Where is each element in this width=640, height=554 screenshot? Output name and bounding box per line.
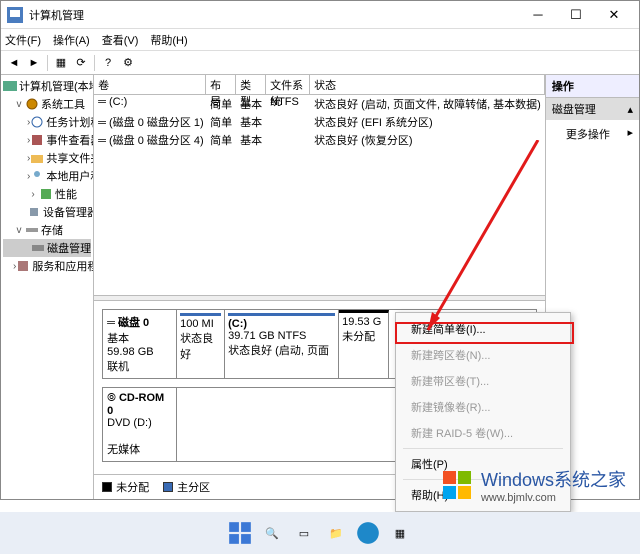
refresh-icon[interactable]: ⟳ <box>72 54 90 72</box>
maximize-button[interactable]: ☐ <box>557 2 595 28</box>
tree-storage[interactable]: v存储 <box>3 221 91 239</box>
tree-performance[interactable]: ›性能 <box>3 185 91 203</box>
back-icon[interactable]: ◄ <box>5 54 23 72</box>
edge-icon[interactable] <box>355 520 381 546</box>
menu-help[interactable]: 帮助(H) <box>150 32 187 48</box>
tree-task-scheduler[interactable]: ›任务计划程序 <box>3 113 91 131</box>
ctx-new-raid5-volume: 新建 RAID-5 卷(W)... <box>399 420 567 446</box>
menu-view[interactable]: 查看(V) <box>102 32 139 48</box>
settings-icon[interactable]: ⚙ <box>119 54 137 72</box>
ctx-new-mirrored-volume: 新建镜像卷(R)... <box>399 394 567 420</box>
tree-local-users[interactable]: ›本地用户和组 <box>3 167 91 185</box>
volume-grid: ═ (C:)简单基本NTFS状态良好 (启动, 页面文件, 故障转储, 基本数据… <box>94 95 545 295</box>
partition-unallocated[interactable]: 19.53 G未分配 <box>339 310 389 378</box>
col-filesystem[interactable]: 文件系统 <box>266 75 310 94</box>
chevron-up-icon: ▴ <box>627 103 633 116</box>
action-more[interactable]: 更多操作▸ <box>546 120 639 148</box>
partition-c[interactable]: (C:) 39.71 GB NTFS状态良好 (启动, 页面 <box>225 310 339 378</box>
col-layout[interactable]: 布局 <box>206 75 236 94</box>
tree-system-tools[interactable]: v系统工具 <box>3 95 91 113</box>
legend-unallocated-swatch <box>102 482 112 492</box>
app-icon[interactable]: ▦ <box>387 520 413 546</box>
taskbar: 🔍 ▭ 📁 ▦ <box>0 512 640 554</box>
disk-0-header[interactable]: ═ 磁盘 0 基本 59.98 GB 联机 <box>103 310 177 378</box>
start-button[interactable] <box>227 520 253 546</box>
view-icon[interactable]: ▦ <box>52 54 70 72</box>
explorer-icon[interactable]: 📁 <box>323 520 349 546</box>
volume-row[interactable]: ═ (C:)简单基本NTFS状态良好 (启动, 页面文件, 故障转储, 基本数据… <box>94 95 545 113</box>
help-icon[interactable]: ? <box>99 54 117 72</box>
minimize-button[interactable]: ─ <box>519 2 557 28</box>
app-icon <box>7 7 23 23</box>
search-icon[interactable]: 🔍 <box>259 520 285 546</box>
tree-shared-folders[interactable]: ›共享文件夹 <box>3 149 91 167</box>
tree-device-manager[interactable]: 设备管理器 <box>3 203 91 221</box>
toolbar: ◄ ► ▦ ⟳ ? ⚙ <box>1 51 639 75</box>
volume-grid-header: 卷 布局 类型 文件系统 状态 <box>94 75 545 95</box>
actions-header: 操作 <box>546 75 639 98</box>
menu-file[interactable]: 文件(F) <box>5 32 41 48</box>
tree-event-viewer[interactable]: ›事件查看器 <box>3 131 91 149</box>
cdrom-header[interactable]: ⦾ CD-ROM 0 DVD (D:) 无媒体 <box>103 388 177 461</box>
menu-action[interactable]: 操作(A) <box>53 32 90 48</box>
ctx-new-striped-volume: 新建带区卷(T)... <box>399 368 567 394</box>
col-volume[interactable]: 卷 <box>94 75 206 94</box>
annotation-highlight <box>395 322 574 344</box>
task-view-icon[interactable]: ▭ <box>291 520 317 546</box>
tree-root[interactable]: 计算机管理(本地) <box>3 77 91 95</box>
chevron-right-icon: ▸ <box>627 126 633 142</box>
window-title: 计算机管理 <box>29 7 519 23</box>
tree-services-apps[interactable]: ›服务和应用程序 <box>3 257 91 275</box>
close-button[interactable]: ✕ <box>595 2 633 28</box>
watermark: Windows系统之家 www.bjmlv.com <box>439 466 626 504</box>
watermark-logo-icon <box>439 467 475 503</box>
col-status[interactable]: 状态 <box>310 75 545 94</box>
legend-primary-swatch <box>163 482 173 492</box>
volume-row[interactable]: ═ (磁盘 0 磁盘分区 4)简单基本状态良好 (恢复分区) <box>94 131 545 149</box>
partition-efi[interactable]: 100 MI状态良好 <box>177 310 225 378</box>
forward-icon[interactable]: ► <box>25 54 43 72</box>
col-type[interactable]: 类型 <box>236 75 266 94</box>
menubar: 文件(F) 操作(A) 查看(V) 帮助(H) <box>1 29 639 51</box>
tree-disk-management[interactable]: 磁盘管理 <box>3 239 91 257</box>
nav-tree: 计算机管理(本地) v系统工具 ›任务计划程序 ›事件查看器 ›共享文件夹 ›本… <box>1 75 94 499</box>
action-disk-management[interactable]: 磁盘管理▴ <box>546 98 639 120</box>
ctx-new-spanned-volume: 新建跨区卷(N)... <box>399 342 567 368</box>
volume-row[interactable]: ═ (磁盘 0 磁盘分区 1)简单基本状态良好 (EFI 系统分区) <box>94 113 545 131</box>
titlebar: 计算机管理 ─ ☐ ✕ <box>1 1 639 29</box>
